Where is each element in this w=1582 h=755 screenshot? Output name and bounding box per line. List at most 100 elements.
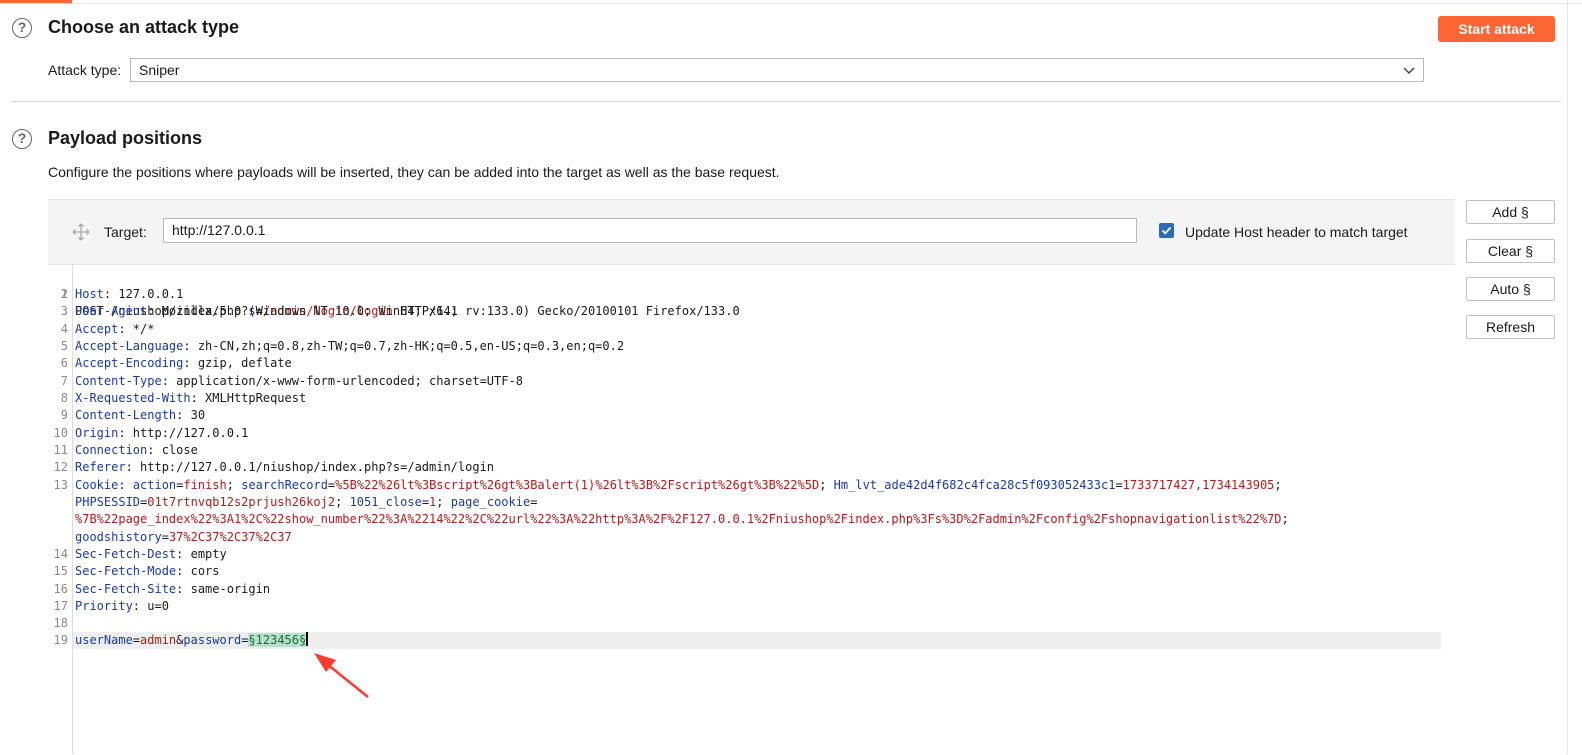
- auto-markers-button[interactable]: Auto §: [1466, 277, 1555, 301]
- update-host-label: Update Host header to match target: [1185, 224, 1408, 240]
- header-key: User-Agent: [75, 304, 148, 318]
- checkmark-icon: [1161, 226, 1172, 235]
- header-key: Accept-Encoding: [75, 356, 184, 370]
- cookie-value: 37%2C37%2C37%2C37: [168, 530, 292, 544]
- scrollbar-edge: [1567, 0, 1568, 754]
- separator: ;: [226, 478, 242, 492]
- cookie-value: finish: [183, 478, 227, 492]
- request-line: 17 Priority: u=0: [48, 598, 1448, 615]
- request-line: 10 Origin: http://127.0.0.1: [48, 425, 1448, 442]
- line-number: 10: [53, 426, 68, 440]
- line-number: 17: [53, 599, 68, 613]
- header-key: Content-Length: [75, 408, 177, 422]
- line-number: 4: [60, 322, 68, 336]
- attack-type-select[interactable]: Sniper: [130, 58, 1424, 82]
- positions-description: Configure the positions where payloads w…: [48, 164, 780, 180]
- request-line: 9 Content-Length: 30: [48, 407, 1448, 424]
- update-host-checkbox[interactable]: [1159, 223, 1174, 238]
- separator: ;: [1281, 512, 1289, 526]
- attack-type-label: Attack type:: [48, 62, 122, 78]
- cookie-eq: =: [161, 530, 169, 544]
- payload-position-marker[interactable]: §123456§: [248, 633, 307, 647]
- line-number: 11: [53, 443, 68, 457]
- cookie-value: %5B%22%26lt%3Bscript%26gt%3Balert(1)%26l…: [335, 478, 820, 492]
- chevron-down-icon: [1403, 67, 1415, 75]
- header-value: : same-origin: [176, 582, 271, 596]
- header-key: Priority: [75, 599, 133, 613]
- request-line: 12 Referer: http://127.0.0.1/niushop/inde…: [48, 459, 1448, 476]
- line-number: 19: [53, 633, 68, 647]
- request-line: 6 Accept-Encoding: gzip, deflate: [48, 355, 1448, 372]
- request-line: 13 Cookie: action=finish; searchRecord=%5…: [48, 477, 1448, 494]
- request-body-line: 19 userName=admin&password=§123456§: [48, 632, 1448, 649]
- param-value: admin: [140, 633, 177, 647]
- cookie-key: action: [132, 478, 177, 492]
- line-number: 7: [60, 374, 68, 388]
- cookie-key: Hm_lvt_ade42d4f682c4fca28c5f093052433c1: [833, 478, 1116, 492]
- request-line-wrap: goodshistory=37%2C37%2C37%2C37: [48, 529, 1448, 546]
- header-value: : XMLHttpRequest: [190, 391, 307, 405]
- separator: ;: [819, 478, 834, 492]
- header-key: Cookie: [75, 478, 119, 492]
- request-line: 16 Sec-Fetch-Site: same-origin: [48, 581, 1448, 598]
- param-eq: =: [132, 633, 141, 647]
- header-value: : zh-CN,zh;q=0.8,zh-TW;q=0.7,zh-HK;q=0.5…: [183, 339, 625, 353]
- section-divider: [11, 101, 1561, 102]
- header-value: : Mozilla/5.0 (Windows NT 10.0; Win64; x…: [147, 304, 740, 318]
- cookie-key: 1051_close: [349, 495, 422, 509]
- start-attack-button[interactable]: Start attack: [1438, 16, 1555, 42]
- header-value: : application/x-www-form-urlencoded; cha…: [161, 374, 523, 388]
- refresh-button[interactable]: Refresh: [1466, 315, 1555, 339]
- line-number: 15: [53, 564, 68, 578]
- line-number: 2: [60, 287, 68, 301]
- header-value: : close: [147, 443, 198, 457]
- line-number: 18: [53, 616, 68, 630]
- request-line: 14 Sec-Fetch-Dest: empty: [48, 546, 1448, 563]
- separator: ;: [1274, 478, 1282, 492]
- header-value: : cors: [176, 564, 220, 578]
- target-input[interactable]: http://127.0.0.1: [163, 218, 1137, 243]
- request-line: 11 Connection: close: [48, 442, 1448, 459]
- request-line-wrap: %7B%22page_index%22%3A1%2C%22show_number…: [48, 511, 1448, 528]
- line-number: 6: [60, 356, 68, 370]
- header-value: : empty: [176, 547, 227, 561]
- cookie-key: goodshistory: [75, 530, 162, 544]
- cookie-value: 1733717427,1734143905: [1122, 478, 1275, 492]
- cookie-value: %7B%22page_index%22%3A1%2C%22show_number…: [75, 512, 1282, 526]
- header-value: : gzip, deflate: [183, 356, 292, 370]
- request-line: 3 User-Agent: Mozilla/5.0 (Windows NT 10.…: [48, 303, 1448, 320]
- request-line: 18: [48, 615, 1448, 632]
- line-number: 12: [53, 460, 68, 474]
- header-key: Origin: [75, 426, 119, 440]
- cookie-key: page_cookie: [450, 495, 531, 509]
- request-line: 1 POST /niushop/index.php?s=/admin/login…: [48, 269, 1448, 318]
- header-key: Sec-Fetch-Mode: [75, 564, 177, 578]
- line-number: 5: [60, 339, 68, 353]
- request-line: 8 X-Requested-With: XMLHttpRequest: [48, 390, 1448, 407]
- help-icon[interactable]: ?: [12, 129, 32, 149]
- line-number: 3: [60, 304, 68, 318]
- request-line: 2 Host: 127.0.0.1: [48, 286, 1448, 303]
- cookie-eq: =: [530, 495, 538, 509]
- header-value: : 30: [176, 408, 206, 422]
- add-marker-button[interactable]: Add §: [1466, 200, 1555, 224]
- clear-markers-button[interactable]: Clear §: [1466, 239, 1555, 263]
- move-icon[interactable]: [72, 223, 90, 241]
- param-key: password: [183, 633, 242, 647]
- header-key: Connection: [75, 443, 148, 457]
- header-key: Content-Type: [75, 374, 162, 388]
- line-number: 16: [53, 582, 68, 596]
- header-key: X-Requested-With: [75, 391, 191, 405]
- header-key: Referer: [75, 460, 126, 474]
- help-icon[interactable]: ?: [12, 18, 32, 38]
- separator: ;: [335, 495, 350, 509]
- target-label: Target:: [104, 224, 147, 240]
- cookie-value: 01t7rtnvqb12s2prjush26koj2: [147, 495, 336, 509]
- positions-section-title: Payload positions: [48, 128, 203, 148]
- header-value: : */*: [118, 322, 155, 336]
- cookie-eq: =: [421, 495, 430, 509]
- cookie-key: PHPSESSID: [75, 495, 141, 509]
- top-border: [0, 3, 1582, 4]
- request-line: 5 Accept-Language: zh-CN,zh;q=0.8,zh-TW;q…: [48, 338, 1448, 355]
- line-number: 8: [60, 391, 68, 405]
